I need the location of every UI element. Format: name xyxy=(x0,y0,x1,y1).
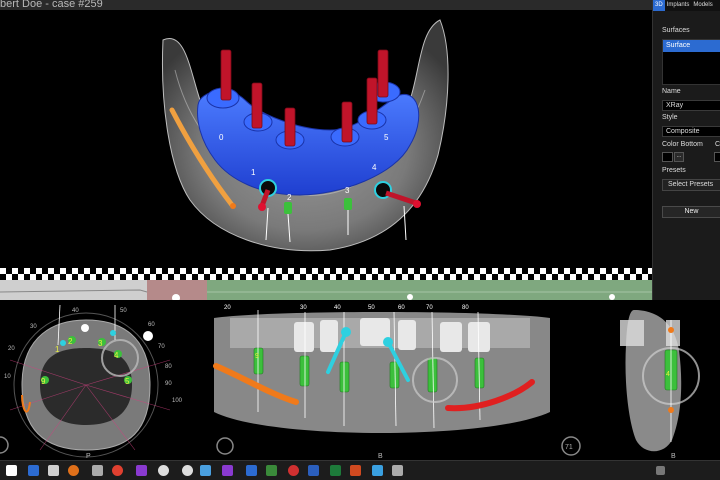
app-icon-5[interactable] xyxy=(266,465,277,476)
axial-bottom-letter: P xyxy=(86,453,91,460)
taskbar xyxy=(0,460,720,480)
axial-tick-90: 90 xyxy=(165,381,172,387)
cross-bottom-letter: B xyxy=(671,453,676,460)
cross-circle-label: 71 xyxy=(565,444,573,451)
axial-tooth-label-4: 4 xyxy=(114,351,119,360)
app-icon-3[interactable] xyxy=(200,465,211,476)
style-label: Style xyxy=(662,114,678,121)
new-button[interactable]: New xyxy=(662,206,720,218)
panel-tabs: 3D Implants Models xyxy=(653,0,720,11)
presets-dropdown[interactable]: Select Presets xyxy=(662,179,720,191)
tab-3d[interactable]: 3D xyxy=(653,0,665,11)
pano-tick-20: 20 xyxy=(224,305,231,311)
visual-studio-icon-2[interactable] xyxy=(222,465,233,476)
axial-tooth-label-5: 5 xyxy=(125,377,130,386)
app-icon-8[interactable] xyxy=(392,465,403,476)
axial-tick-10: 10 xyxy=(4,374,11,380)
style-select[interactable]: Composite xyxy=(662,126,720,137)
tab-implants[interactable]: Implants xyxy=(665,0,692,11)
surface-list-item[interactable]: Surface xyxy=(663,40,720,52)
implant-label-5: 5 xyxy=(384,133,389,142)
viewer-3d-canvas[interactable]: 0 1 2 3 4 5 xyxy=(0,10,652,268)
axial-tooth-label-1: 1 xyxy=(55,345,60,354)
pano-tick-30: 30 xyxy=(300,305,307,311)
axial-tooth-label-2: 2 xyxy=(68,337,73,346)
implant-label-1: 1 xyxy=(251,168,256,177)
implant-label-2: 2 xyxy=(287,193,292,202)
panoramic-view-canvas[interactable]: 20 30 40 50 60 70 80 9 L L B xyxy=(210,300,552,460)
implant-label-0: 0 xyxy=(219,133,224,142)
name-label: Name xyxy=(662,88,681,95)
axial-view[interactable]: 2 3 4 5 9 1 40 50 60 70 80 90 100 30 20 … xyxy=(0,300,208,460)
axial-tick-30: 30 xyxy=(30,324,37,330)
pano-tick-80: 80 xyxy=(462,305,469,311)
pano-implant-label-9: 9 xyxy=(255,353,259,360)
implant-label-4: 4 xyxy=(372,163,377,172)
start-icon[interactable] xyxy=(6,465,17,476)
tab-models[interactable]: Models xyxy=(691,0,714,11)
implant-label-3: 3 xyxy=(345,186,350,195)
pano-bottom-letter: B xyxy=(378,453,383,460)
color-bottom-label: Color Bottom xyxy=(662,141,703,148)
visual-studio-icon[interactable] xyxy=(136,465,147,476)
cross-section-view[interactable]: 4 B 71 xyxy=(554,300,720,460)
app-icon-1[interactable] xyxy=(158,465,169,476)
axial-tick-70: 70 xyxy=(158,344,165,350)
axial-tooth-label-3: 3 xyxy=(98,339,103,348)
axial-tick-20: 20 xyxy=(8,346,15,352)
axial-tick-50: 50 xyxy=(120,308,127,314)
firefox-icon[interactable] xyxy=(68,465,79,476)
viewer-3d[interactable]: 0 1 2 3 4 5 xyxy=(0,10,652,268)
axial-tick-80: 80 xyxy=(165,364,172,370)
word-icon[interactable] xyxy=(308,465,319,476)
axial-tick-40: 40 xyxy=(72,308,79,314)
cross-section-canvas[interactable]: 4 B 71 xyxy=(554,300,720,460)
color-bottom-swatch[interactable] xyxy=(662,152,673,162)
app-window: bert Doe - case #259 0 1 2 3 4 5 3D Impl… xyxy=(0,0,720,480)
pano-tick-40: 40 xyxy=(334,305,341,311)
properties-panel: 3D Implants Models Surfaces Surface Name… xyxy=(652,0,720,300)
axial-tick-100: 100 xyxy=(172,398,183,404)
surfaces-label: Surfaces xyxy=(662,27,690,34)
pano-tick-60: 60 xyxy=(398,305,405,311)
app-icon-4[interactable] xyxy=(246,465,257,476)
axial-tick-60: 60 xyxy=(148,322,155,328)
edge-icon[interactable] xyxy=(28,465,39,476)
color-top-swatch[interactable] xyxy=(714,152,720,162)
tray-icon[interactable] xyxy=(656,466,665,475)
pano-tick-70: 70 xyxy=(426,305,433,311)
explorer-icon[interactable] xyxy=(48,465,59,476)
slice-timeline[interactable] xyxy=(0,280,652,300)
title-bar: bert Doe - case #259 xyxy=(0,0,652,10)
presets-dropdown-value: Select Presets xyxy=(668,181,714,188)
axial-tooth-label-9: 9 xyxy=(41,377,46,386)
axial-view-canvas[interactable]: 2 3 4 5 9 1 40 50 60 70 80 90 100 30 20 … xyxy=(0,300,208,460)
surfaces-list[interactable]: Surface xyxy=(662,39,720,85)
app-icon-7[interactable] xyxy=(372,465,383,476)
powerpoint-icon[interactable] xyxy=(350,465,361,476)
app-icon-6[interactable] xyxy=(288,465,299,476)
timeline-markers xyxy=(0,289,652,300)
app-icon-2[interactable] xyxy=(182,465,193,476)
name-field[interactable]: XRay xyxy=(662,100,720,111)
presets-label: Presets xyxy=(662,167,686,174)
chrome-icon[interactable] xyxy=(112,465,123,476)
window-title: bert Doe - case #259 xyxy=(0,0,103,10)
color-top-label: Co xyxy=(715,141,720,148)
calculator-icon[interactable] xyxy=(92,465,103,476)
pano-tick-50: 50 xyxy=(368,305,375,311)
excel-icon[interactable] xyxy=(330,465,341,476)
cross-implant-label: 4 xyxy=(666,371,670,378)
color-bottom-picker-button[interactable]: ... xyxy=(674,152,684,162)
panoramic-view[interactable]: 20 30 40 50 60 70 80 9 L L B xyxy=(210,300,552,460)
